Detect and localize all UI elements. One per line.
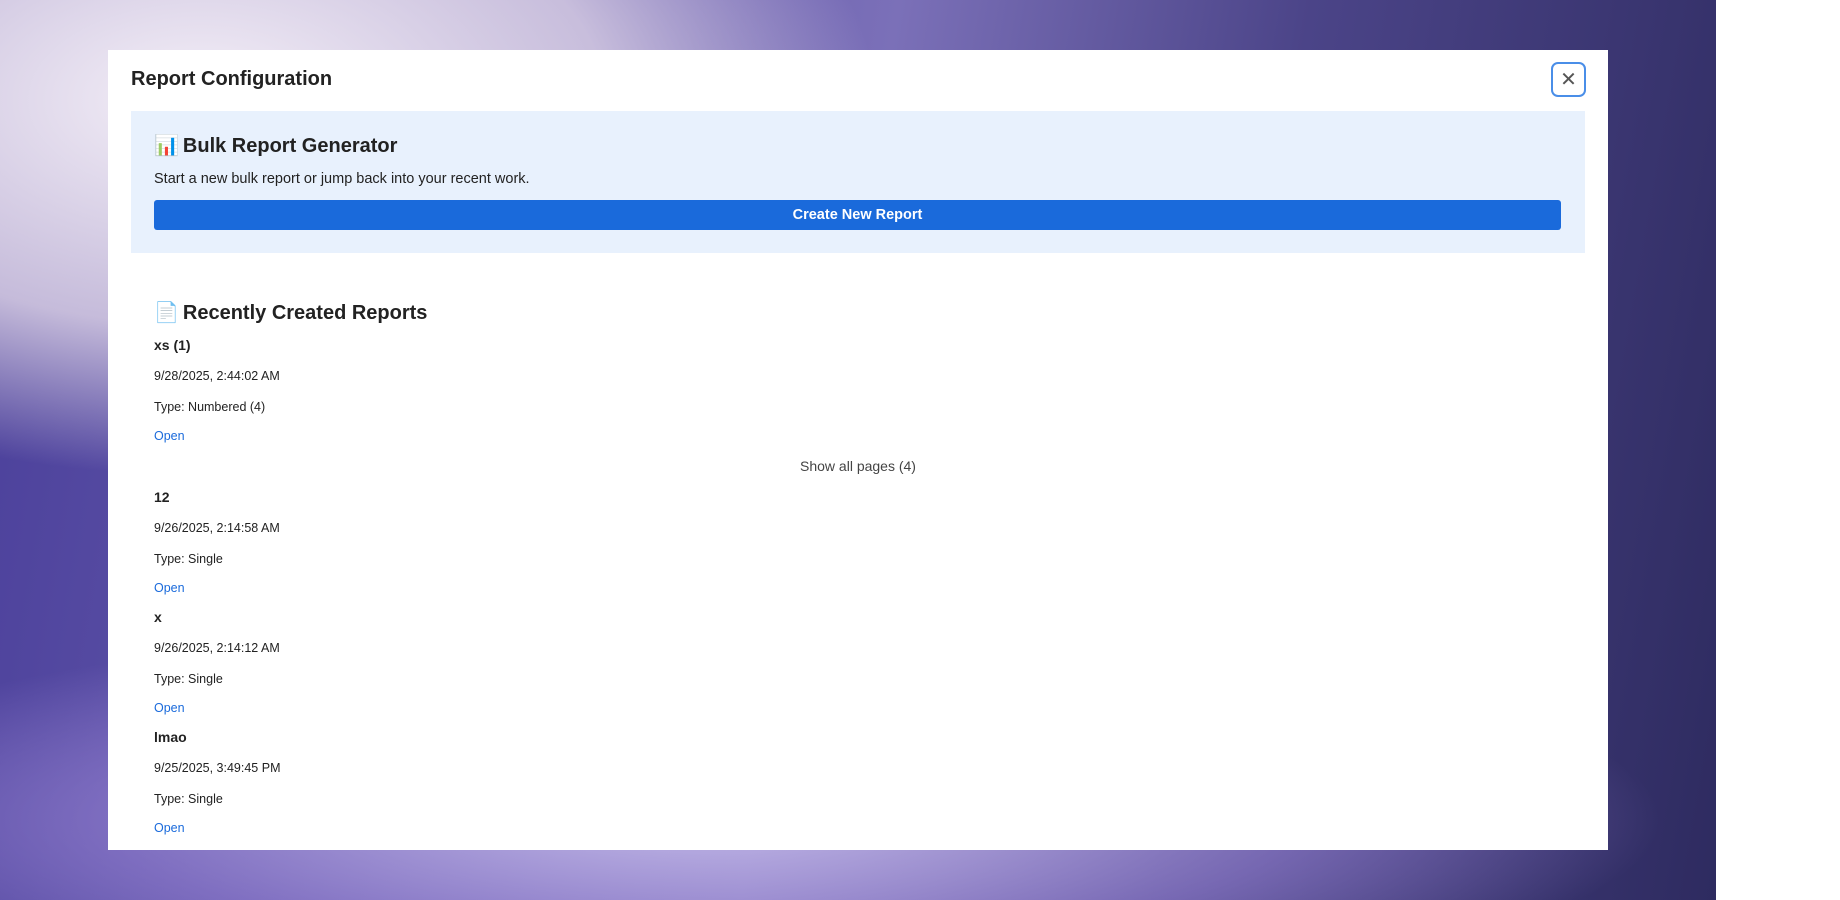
close-icon: ✕ bbox=[1560, 69, 1577, 91]
open-link[interactable]: Open bbox=[154, 581, 185, 595]
report-name: lmao bbox=[154, 729, 187, 745]
open-link[interactable]: Open bbox=[154, 701, 185, 715]
report-date: 9/26/2025, 2:14:58 AM bbox=[154, 521, 280, 535]
recent-heading: 📄 Recently Created Reports bbox=[154, 298, 1562, 328]
create-new-report-button[interactable]: Create New Report bbox=[154, 200, 1561, 230]
report-type: Type: Single bbox=[154, 792, 223, 806]
generator-heading: 📊 Bulk Report Generator bbox=[154, 133, 397, 158]
show-all-pages-button[interactable]: Show all pages (4) bbox=[800, 458, 916, 474]
report-date: 9/25/2025, 3:49:45 PM bbox=[154, 761, 281, 775]
bulk-report-generator-panel: 📊 Bulk Report Generator Start a new bulk … bbox=[131, 111, 1585, 253]
list-item: xs (1) 9/28/2025, 2:44:02 AM Type: Numbe… bbox=[154, 330, 1562, 450]
list-item: x 9/26/2025, 2:14:12 AM Type: Single Ope… bbox=[154, 602, 1562, 722]
report-type: Type: Single bbox=[154, 672, 223, 686]
report-date: 9/28/2025, 2:44:02 AM bbox=[154, 369, 280, 383]
report-name: 12 bbox=[154, 489, 170, 505]
close-button[interactable]: ✕ bbox=[1551, 62, 1586, 97]
list-item: lmao 9/25/2025, 3:49:45 PM Type: Single … bbox=[154, 722, 1562, 842]
report-type: Type: Numbered (4) bbox=[154, 400, 266, 414]
report-name: xs (1) bbox=[154, 337, 191, 353]
report-configuration-modal: Report Configuration ✕ 📊 Bulk Report Gene… bbox=[108, 50, 1608, 850]
report-type: Type: Single bbox=[154, 552, 223, 566]
bar-chart-icon: 📊 bbox=[154, 135, 179, 157]
modal-title: Report Configuration bbox=[131, 68, 333, 90]
open-link[interactable]: Open bbox=[154, 821, 185, 835]
generator-description: Start a new bulk report or jump back int… bbox=[154, 171, 530, 187]
report-date: 9/26/2025, 2:14:12 AM bbox=[154, 641, 280, 655]
generator-title: Bulk Report Generator bbox=[182, 135, 398, 157]
document-icon: 📄 bbox=[154, 302, 179, 324]
list-item: 12 9/26/2025, 2:14:58 AM Type: Single Op… bbox=[154, 482, 1562, 602]
recent-title: Recently Created Reports bbox=[182, 302, 428, 324]
recent-reports-section: 📄 Recently Created Reports xs (1) 9/28/20… bbox=[154, 298, 1562, 842]
open-link[interactable]: Open bbox=[154, 429, 185, 443]
report-name: x bbox=[154, 609, 162, 625]
